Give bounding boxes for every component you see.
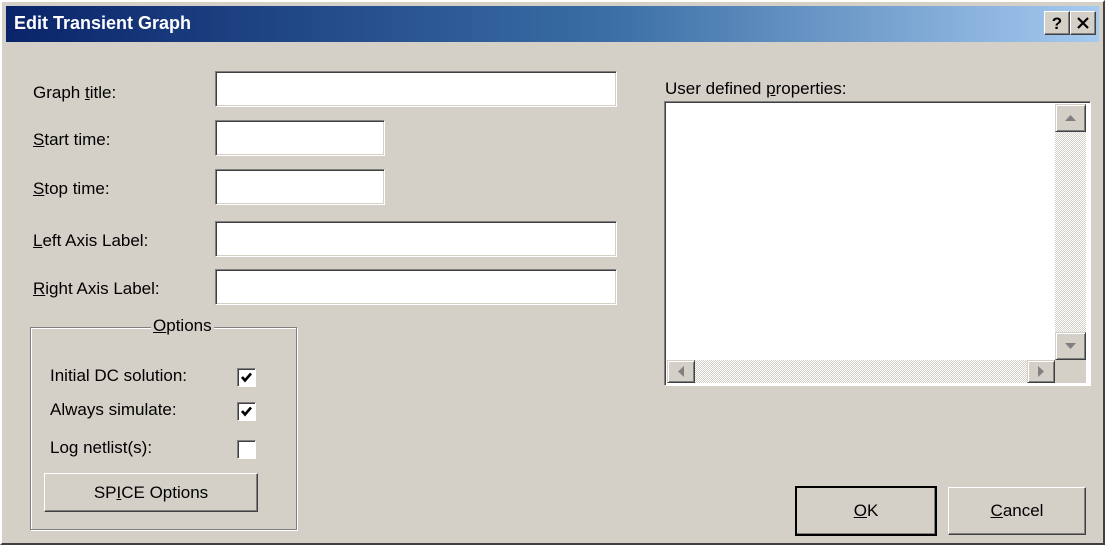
spice-options-button[interactable]: SPICE Options [44,473,258,512]
scrollbar-corner [1055,360,1086,383]
graph-title-field[interactable] [215,71,617,107]
triangle-up-icon [1065,114,1076,121]
scroll-left-button[interactable] [667,360,695,383]
checkmark-icon [241,372,252,383]
dialog-title: Edit Transient Graph [14,13,192,33]
stop-time-label: Stop time: [33,179,110,198]
close-icon [1077,17,1089,29]
initial-dc-checkbox[interactable] [237,368,256,387]
scroll-down-button[interactable] [1055,332,1086,360]
triangle-right-icon [1037,366,1044,377]
left-axis-field[interactable] [215,221,617,257]
graph-title-input[interactable] [216,72,616,106]
triangle-down-icon [1065,342,1076,349]
triangle-left-icon [677,366,684,377]
always-simulate-label: Always simulate: [50,400,177,419]
vertical-scrollbar[interactable] [1055,104,1086,360]
ok-button-label: OK [853,501,879,520]
edit-transient-graph-dialog: Edit Transient Graph ? Graph title: Star… [0,0,1105,545]
cancel-button-label: Cancel [990,501,1044,520]
stop-time-field[interactable] [215,169,385,205]
log-netlist-checkbox[interactable] [237,440,256,459]
horizontal-scrollbar[interactable] [667,360,1055,383]
stop-time-input[interactable] [216,170,384,204]
left-axis-input[interactable] [216,222,616,256]
options-group-title: Options [151,316,214,336]
cancel-button[interactable]: Cancel [948,487,1086,535]
always-simulate-checkbox[interactable] [237,402,256,421]
right-axis-input[interactable] [216,270,616,304]
spice-options-button-label: SPICE Options [93,482,209,502]
title-bar[interactable]: Edit Transient Graph ? [6,6,1099,42]
user-properties-label: User defined properties: [665,79,847,98]
start-time-input[interactable] [216,121,384,155]
scroll-right-button[interactable] [1027,360,1055,383]
right-axis-field[interactable] [215,269,617,305]
ok-button[interactable]: OK [795,486,937,536]
help-button[interactable]: ? [1044,11,1070,35]
log-netlist-label: Log netlist(s): [50,438,153,457]
start-time-field[interactable] [215,120,385,156]
checkmark-icon [241,406,252,417]
graph-title-label: Graph title: [33,83,117,102]
scroll-up-button[interactable] [1055,104,1086,132]
user-properties-textarea[interactable] [664,101,1091,386]
left-axis-label: Left Axis Label: [33,231,149,250]
start-time-label: Start time: [33,130,111,149]
help-icon: ? [1051,13,1063,33]
initial-dc-label: Initial DC solution: [50,366,188,385]
right-axis-label: Right Axis Label: [33,279,160,298]
close-button[interactable] [1070,11,1096,35]
